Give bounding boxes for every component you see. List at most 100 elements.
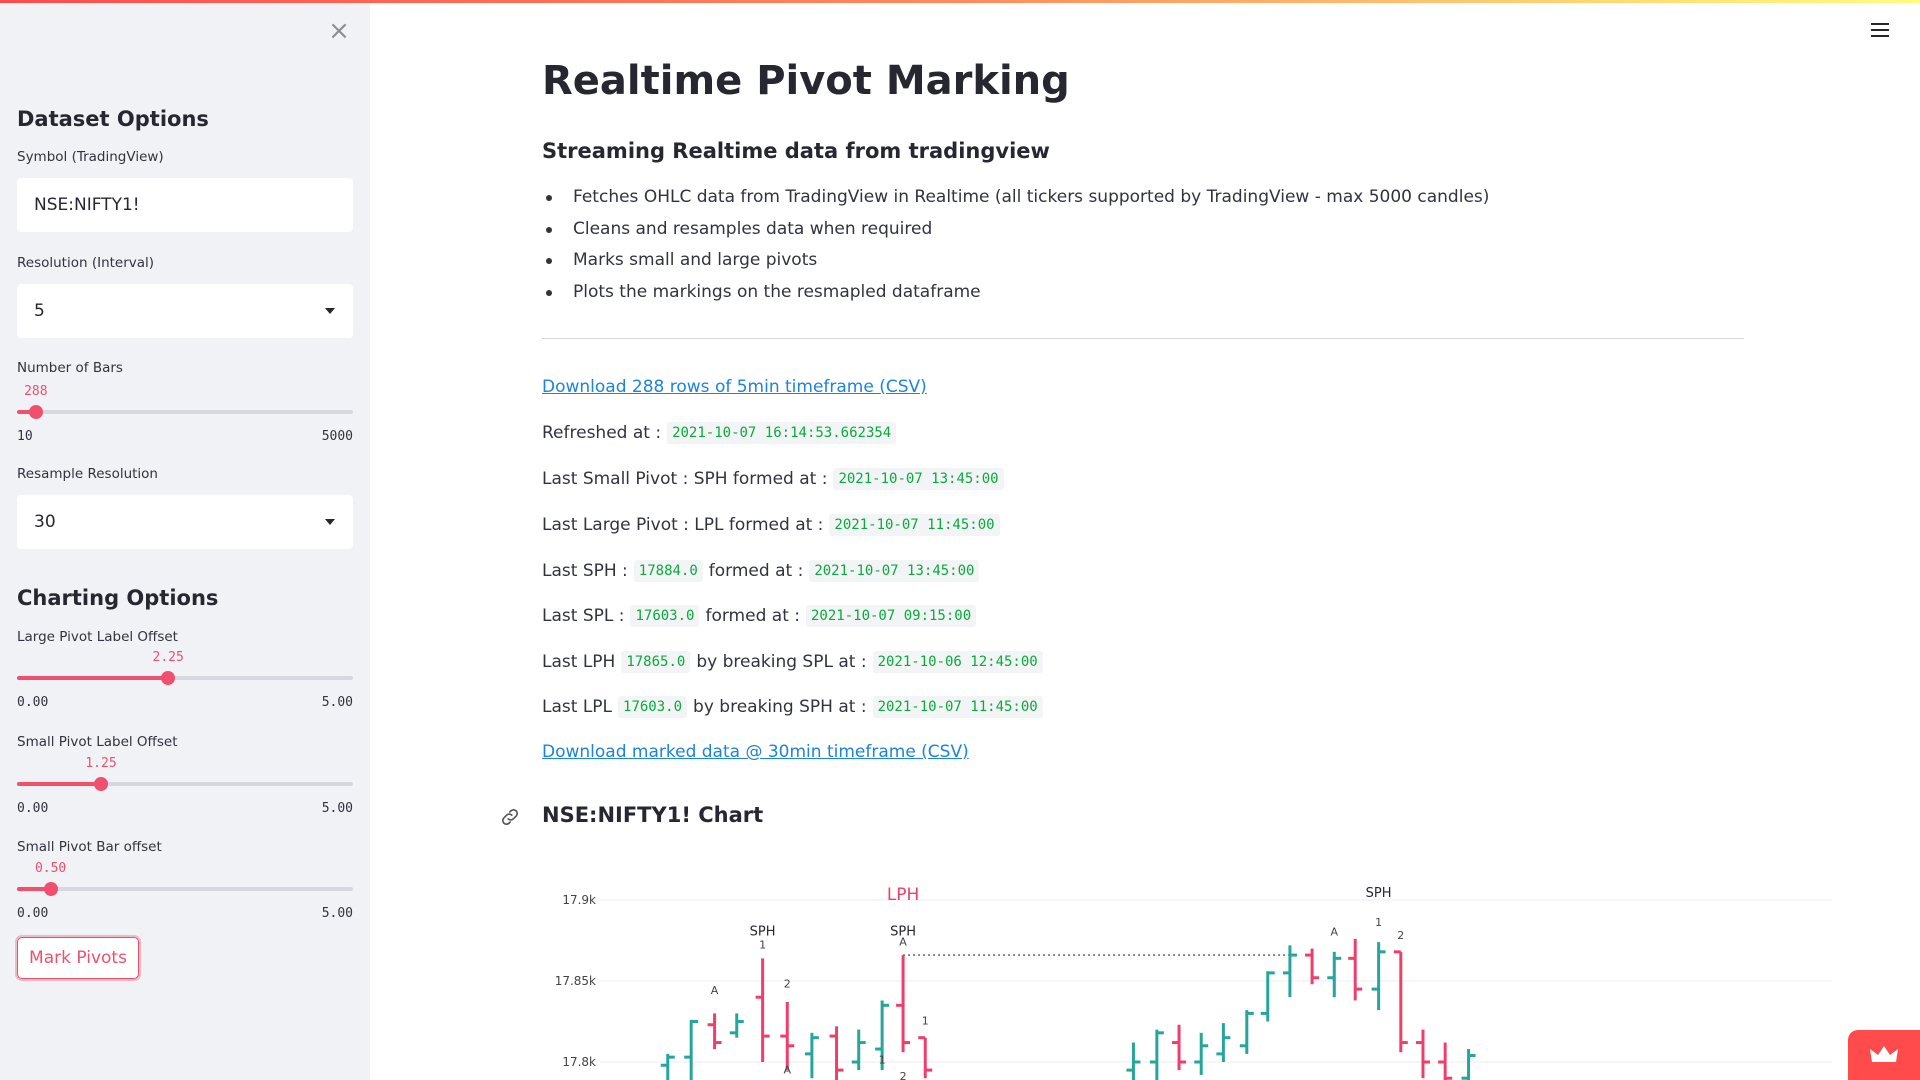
refreshed-label: Refreshed at : xyxy=(542,423,662,443)
sph-time: 2021-10-07 13:45:00 xyxy=(809,560,980,582)
close-icon[interactable]: × xyxy=(326,18,352,44)
refreshed-row: Refreshed at : 2021-10-07 16:14:53.66235… xyxy=(542,422,902,444)
bars-slider[interactable]: 288 10 5000 xyxy=(17,384,353,450)
slider-value: 0.50 xyxy=(34,861,67,876)
spl-value: 17603.0 xyxy=(630,605,700,627)
chevron-down-icon xyxy=(325,519,335,525)
small-offset-label: Small Pivot Label Offset xyxy=(17,734,178,750)
last-sph-row: Last SPH : 17884.0 formed at : 2021-10-0… xyxy=(542,560,985,582)
top-accent-bar xyxy=(0,0,1920,3)
list-item: Plots the markings on the resmapled data… xyxy=(542,277,1489,309)
sph-label: Last SPH : xyxy=(542,561,628,581)
slider-min: 0.00 xyxy=(17,801,49,816)
resolution-select[interactable]: 5 xyxy=(17,284,353,338)
pivot-marker: A xyxy=(899,935,907,948)
symbol-label: Symbol (TradingView) xyxy=(17,149,164,165)
small-pivot-label: SPH xyxy=(1366,886,1392,901)
lpl-value: 17603.0 xyxy=(618,696,688,718)
pivot-marker: 1 xyxy=(759,939,766,952)
resample-select[interactable]: 30 xyxy=(17,495,353,549)
crown-icon[interactable] xyxy=(1848,1030,1920,1080)
page-title: Realtime Pivot Marking xyxy=(542,58,1070,104)
slider-track xyxy=(17,410,353,414)
lpl-label: Last LPL xyxy=(542,697,613,717)
bar-offset-label: Small Pivot Bar offset xyxy=(17,839,162,855)
last-small-label: Last Small Pivot : SPH formed at : xyxy=(542,469,828,489)
lph-value: 17865.0 xyxy=(621,651,691,673)
mark-pivots-button[interactable]: Mark Pivots xyxy=(17,937,139,979)
spl-mid: formed at : xyxy=(705,606,800,626)
pivot-marker: A xyxy=(711,984,719,997)
spl-label: Last SPL : xyxy=(542,606,625,626)
sph-value: 17884.0 xyxy=(633,560,703,582)
pivot-marker: 1 xyxy=(922,1015,929,1028)
resample-value: 30 xyxy=(34,512,56,532)
small-pivot-label: SPH xyxy=(750,925,776,940)
feature-list: Fetches OHLC data from TradingView in Re… xyxy=(542,182,1489,308)
symbol-input[interactable]: NSE:NIFTY1! xyxy=(17,178,353,232)
chart-heading: NSE:NIFTY1! Chart xyxy=(542,803,764,827)
pivot-chart[interactable]: 17.9k17.85k17.8kLPHSPH SPHSPHA12AA112A12 xyxy=(542,868,1832,1080)
small-offset-slider[interactable]: 1.25 0.00 5.00 xyxy=(17,756,353,822)
resample-label: Resample Resolution xyxy=(17,466,158,482)
pivot-marker: A xyxy=(1331,926,1339,939)
pivot-marker: 1 xyxy=(1375,916,1382,929)
link-icon[interactable] xyxy=(499,806,521,828)
pivot-marker: 1 xyxy=(879,1054,886,1067)
large-offset-label: Large Pivot Label Offset xyxy=(17,629,178,645)
list-item: Fetches OHLC data from TradingView in Re… xyxy=(542,182,1489,214)
spl-time: 2021-10-07 09:15:00 xyxy=(806,605,977,627)
y-tick-label: 17.8k xyxy=(562,1055,596,1069)
pivot-marker: 2 xyxy=(900,1070,907,1080)
list-item: Cleans and resamples data when required xyxy=(542,214,1489,246)
divider xyxy=(542,338,1744,339)
y-tick-label: 17.85k xyxy=(555,974,596,988)
last-small-value: 2021-10-07 13:45:00 xyxy=(833,468,1004,490)
bars-label: Number of Bars xyxy=(17,360,123,376)
lph-label: Last LPH xyxy=(542,652,616,672)
pivot-marker: A xyxy=(783,1063,791,1076)
refreshed-value: 2021-10-07 16:14:53.662354 xyxy=(667,422,897,444)
pivot-marker: 2 xyxy=(784,977,791,990)
slider-max: 5.00 xyxy=(321,801,353,816)
sph-mid: formed at : xyxy=(708,561,804,581)
charting-options-heading: Charting Options xyxy=(17,586,219,610)
lpl-time: 2021-10-07 11:45:00 xyxy=(872,696,1043,718)
resolution-label: Resolution (Interval) xyxy=(17,255,155,271)
slider-thumb[interactable] xyxy=(43,882,58,896)
slider-value: 2.25 xyxy=(152,650,184,665)
sidebar: × Dataset Options Symbol (TradingView) N… xyxy=(0,0,370,1080)
hamburger-icon[interactable] xyxy=(1871,23,1889,37)
slider-fill xyxy=(17,676,169,680)
slider-max: 5000 xyxy=(321,429,353,444)
dataset-options-heading: Dataset Options xyxy=(17,107,209,131)
download-marked-link[interactable]: Download marked data @ 30min timeframe (… xyxy=(542,742,969,762)
slider-max: 5.00 xyxy=(321,906,353,921)
large-pivot-label: LPH xyxy=(887,885,920,905)
slider-min: 0.00 xyxy=(17,695,49,710)
slider-min: 10 xyxy=(17,429,33,444)
large-offset-slider[interactable]: 2.25 0.00 5.00 xyxy=(17,650,353,716)
slider-min: 0.00 xyxy=(17,906,49,921)
bar-offset-slider[interactable]: 0.50 0.00 5.00 xyxy=(17,861,353,927)
slider-value: 288 xyxy=(24,384,48,399)
slider-max: 5.00 xyxy=(321,695,353,710)
last-large-value: 2021-10-07 11:45:00 xyxy=(829,514,1000,536)
last-small-pivot-row: Last Small Pivot : SPH formed at : 2021-… xyxy=(542,468,1010,490)
slider-thumb[interactable] xyxy=(94,777,108,791)
y-tick-label: 17.9k xyxy=(562,893,596,907)
section-subtitle: Streaming Realtime data from tradingview xyxy=(542,139,1050,163)
last-lpl-row: Last LPL 17603.0 by breaking SPH at : 20… xyxy=(542,696,1049,718)
slider-thumb[interactable] xyxy=(28,405,43,419)
slider-thumb[interactable] xyxy=(161,671,176,685)
lph-time: 2021-10-06 12:45:00 xyxy=(872,651,1043,673)
last-large-label: Last Large Pivot : LPL formed at : xyxy=(542,515,824,535)
resolution-value: 5 xyxy=(34,301,45,321)
lph-mid: by breaking SPL at : xyxy=(696,652,867,672)
download-csv-link[interactable]: Download 288 rows of 5min timeframe (CSV… xyxy=(542,377,927,397)
slider-fill xyxy=(17,782,101,786)
last-spl-row: Last SPL : 17603.0 formed at : 2021-10-0… xyxy=(542,605,982,627)
last-large-pivot-row: Last Large Pivot : LPL formed at : 2021-… xyxy=(542,514,1006,536)
last-lph-row: Last LPH 17865.0 by breaking SPL at : 20… xyxy=(542,651,1049,673)
list-item: Marks small and large pivots xyxy=(542,245,1489,277)
